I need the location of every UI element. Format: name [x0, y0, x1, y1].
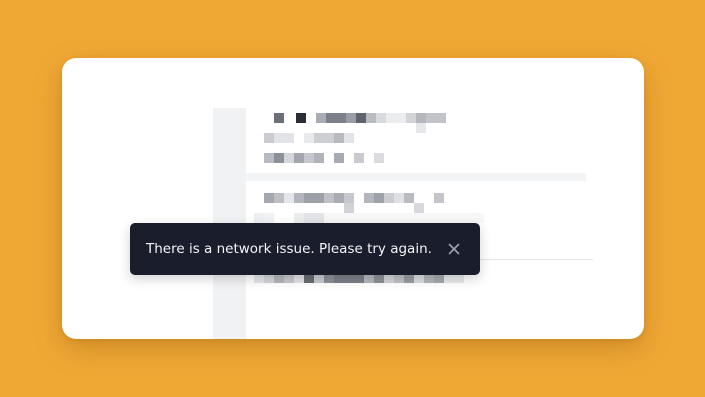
blurred-text-block — [404, 193, 414, 203]
blurred-text-block — [314, 133, 334, 143]
blurred-text-block — [366, 113, 376, 123]
blurred-text-block — [324, 193, 334, 203]
close-icon[interactable] — [444, 239, 464, 259]
blurred-text-block — [314, 153, 324, 163]
content-card — [62, 58, 644, 339]
blurred-text-block — [294, 153, 304, 163]
blurred-text-block — [284, 193, 294, 203]
blurred-text-block — [344, 133, 354, 143]
blurred-text-block — [426, 113, 446, 123]
blurred-text-block — [344, 193, 354, 203]
close-icon-graphic — [448, 243, 460, 255]
blurred-text-block — [334, 133, 344, 143]
blurred-text-block — [326, 113, 346, 123]
blurred-text-block — [264, 193, 274, 203]
blurred-text-block — [384, 193, 394, 203]
blurred-text-block — [296, 113, 306, 123]
blurred-text-block — [274, 153, 284, 163]
blurred-text-block — [344, 203, 354, 213]
error-toast: There is a network issue. Please try aga… — [130, 223, 480, 275]
blurred-text-block — [264, 153, 274, 163]
blurred-text-block — [386, 113, 406, 123]
blurred-text-block — [364, 193, 374, 203]
blurred-text-block — [264, 213, 274, 223]
blurred-text-block — [334, 153, 344, 163]
blurred-text-block — [316, 113, 326, 123]
blurred-text-block — [376, 113, 386, 123]
blurred-text-block — [416, 113, 426, 123]
blurred-text-block — [434, 193, 444, 203]
blurred-text-block — [304, 213, 324, 223]
blurred-text-block — [346, 113, 356, 123]
blurred-text-block — [294, 213, 304, 223]
blurred-text-block — [374, 193, 384, 203]
blurred-text-block — [274, 133, 294, 143]
blurred-text-block — [274, 113, 284, 123]
blurred-text-block — [394, 193, 404, 203]
blurred-text-block — [294, 193, 304, 203]
blurred-text-block — [354, 153, 364, 163]
blurred-text-block — [304, 193, 324, 203]
blurred-text-block — [324, 213, 484, 223]
blurred-text-block — [406, 113, 416, 123]
blurred-text-block — [254, 213, 264, 223]
blurred-text-block — [416, 123, 426, 133]
blurred-text-block — [414, 203, 424, 213]
blurred-text-block — [304, 153, 314, 163]
blurred-divider — [246, 173, 586, 181]
blurred-text-block — [356, 113, 366, 123]
blurred-text-block — [264, 133, 274, 143]
blurred-text-block — [334, 193, 344, 203]
blurred-background-content — [62, 58, 644, 339]
blurred-text-block — [284, 153, 294, 163]
blurred-text-block — [374, 153, 384, 163]
toast-message: There is a network issue. Please try aga… — [146, 241, 432, 257]
blurred-text-block — [304, 133, 314, 143]
blurred-text-block — [274, 193, 284, 203]
